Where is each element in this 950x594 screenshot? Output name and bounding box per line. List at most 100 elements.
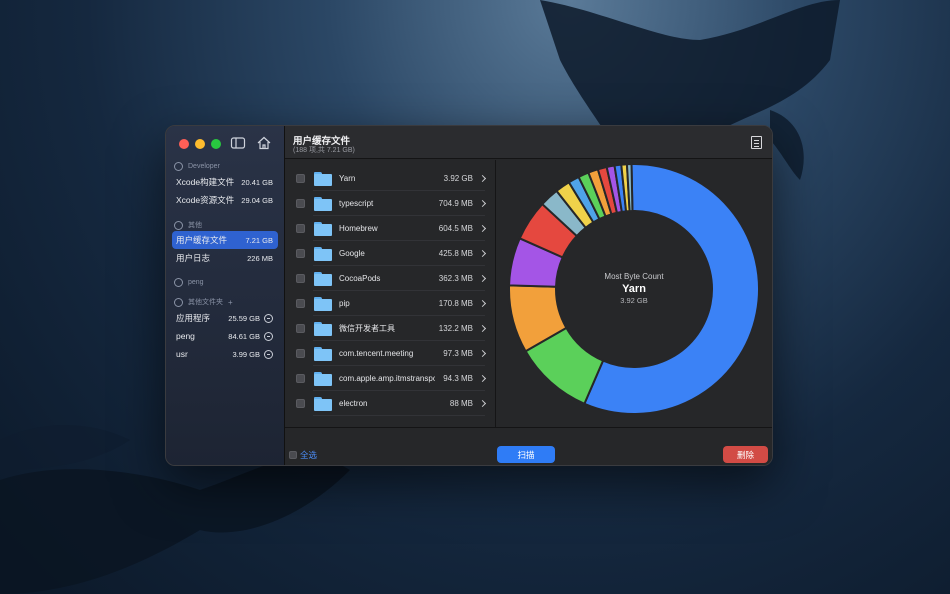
sidebar: Developer Xcode构建文件 20.41 GB Xcode资源文件 2… xyxy=(166,126,285,465)
sidebar-toggle-icon[interactable] xyxy=(230,135,246,151)
folder-icon xyxy=(314,296,332,311)
other-icon xyxy=(174,220,183,230)
sidebar-item-user-cache[interactable]: 用户缓存文件 7.21 GB xyxy=(172,231,278,249)
remove-icon[interactable] xyxy=(264,331,273,341)
list-item[interactable]: Yarn 3.92 GB xyxy=(285,166,489,191)
item-size: 425.8 MB xyxy=(438,249,473,258)
item-name: 微信开发者工具 xyxy=(339,324,395,333)
section-other: 其他 xyxy=(174,220,202,230)
item-size: 704.9 MB xyxy=(438,199,473,208)
user-icon xyxy=(174,278,183,287)
chart-center-center_value: 3.92 GB xyxy=(620,296,648,305)
item-size: 3.92 GB xyxy=(443,174,473,183)
sidebar-item-usr[interactable]: usr 3.99 GB xyxy=(172,345,278,363)
select-all[interactable]: 全选 xyxy=(289,449,317,461)
folder-icon xyxy=(314,321,332,336)
zoom-button[interactable] xyxy=(211,139,221,149)
row-checkbox[interactable] xyxy=(296,274,305,283)
home-icon[interactable] xyxy=(256,135,272,151)
page-subtitle: (188 项,共 7.21 GB) xyxy=(293,147,355,154)
file-list: Yarn 3.92 GB typescript 704.9 MB Homebrew 604… xyxy=(285,160,495,427)
chevron-right-icon[interactable] xyxy=(478,299,487,308)
select-all-checkbox[interactable] xyxy=(289,451,297,459)
item-name: com.tencent.meeting xyxy=(339,349,414,358)
folder-icon xyxy=(314,346,332,361)
list-item[interactable]: com.tencent.meeting 97.3 MB xyxy=(285,341,489,366)
sidebar-item-user-logs[interactable]: 用户日志 226 MB xyxy=(172,249,278,267)
sidebar-item-xcode-resources[interactable]: Xcode资源文件 29.04 GB xyxy=(172,191,278,209)
section-developer: Developer xyxy=(174,162,220,171)
row-checkbox[interactable] xyxy=(296,324,305,333)
list-item[interactable]: typescript 704.9 MB xyxy=(285,191,489,216)
chevron-right-icon[interactable] xyxy=(478,374,487,383)
chevron-right-icon[interactable] xyxy=(478,349,487,358)
document-icon[interactable] xyxy=(751,136,762,149)
item-size: 94.3 MB xyxy=(443,374,473,383)
folder-icon xyxy=(314,196,332,211)
scan-button[interactable]: 扫描 xyxy=(497,446,555,463)
row-checkbox[interactable] xyxy=(296,174,305,183)
chevron-right-icon[interactable] xyxy=(478,174,487,183)
folder-icon xyxy=(314,271,332,286)
row-checkbox[interactable] xyxy=(296,299,305,308)
row-checkbox[interactable] xyxy=(296,374,305,383)
item-size: 604.5 MB xyxy=(438,224,473,233)
chart-center-center_name: Yarn xyxy=(622,283,646,295)
add-folder-icon[interactable]: + xyxy=(228,298,233,307)
app-window: Developer Xcode构建文件 20.41 GB Xcode资源文件 2… xyxy=(165,125,773,466)
remove-icon[interactable] xyxy=(264,349,273,359)
folder-icon xyxy=(314,246,332,261)
item-name: Homebrew xyxy=(339,224,378,233)
window-controls xyxy=(179,139,221,149)
developer-icon xyxy=(174,162,183,171)
chart-svg: Most Byte Count Yarn3.92 GB xyxy=(508,163,760,415)
item-name: typescript xyxy=(339,199,374,208)
row-checkbox[interactable] xyxy=(296,399,305,408)
delete-button[interactable]: 删除 xyxy=(723,446,768,463)
item-name: pip xyxy=(339,299,350,308)
section-other-folders: 其他文件夹 + xyxy=(174,297,233,307)
folder-icon xyxy=(314,221,332,236)
folder-icon xyxy=(314,171,332,186)
panel-divider xyxy=(495,160,496,427)
row-checkbox[interactable] xyxy=(296,349,305,358)
row-checkbox[interactable] xyxy=(296,199,305,208)
sidebar-item-peng[interactable]: peng 84.61 GB xyxy=(172,327,278,345)
chevron-right-icon[interactable] xyxy=(478,199,487,208)
chevron-right-icon[interactable] xyxy=(478,274,487,283)
list-item[interactable]: com.apple.amp.itmstransporter 94.3 MB xyxy=(285,366,489,391)
list-item[interactable]: electron 88 MB xyxy=(285,391,489,416)
list-item[interactable]: 微信开发者工具 132.2 MB xyxy=(285,316,489,341)
main-panel: 用户缓存文件 (188 项,共 7.21 GB) Yarn 3.92 GB type… xyxy=(285,126,772,465)
list-item[interactable]: pip 170.8 MB xyxy=(285,291,489,316)
chevron-right-icon[interactable] xyxy=(478,324,487,333)
chevron-right-icon[interactable] xyxy=(478,249,487,258)
row-checkbox[interactable] xyxy=(296,224,305,233)
sidebar-item-xcode-build[interactable]: Xcode构建文件 20.41 GB xyxy=(172,173,278,191)
folder-icon xyxy=(174,297,183,307)
folder-icon xyxy=(314,396,332,411)
folder-icon xyxy=(314,371,332,386)
pie-chart: Most Byte Count Yarn 3.92 GB xyxy=(497,160,772,427)
sidebar-item-applications[interactable]: 应用程序 25.59 GB xyxy=(172,309,278,327)
item-name: com.apple.amp.itmstransporter xyxy=(339,374,435,383)
item-name: electron xyxy=(339,399,368,408)
list-item[interactable]: Google 425.8 MB xyxy=(285,241,489,266)
chevron-right-icon[interactable] xyxy=(478,399,487,408)
item-name: Google xyxy=(339,249,365,258)
list-item[interactable]: Homebrew 604.5 MB xyxy=(285,216,489,241)
item-size: 132.2 MB xyxy=(438,324,473,333)
row-checkbox[interactable] xyxy=(296,249,305,258)
minimize-button[interactable] xyxy=(195,139,205,149)
item-size: 362.3 MB xyxy=(438,274,473,283)
chart-center-center_label: Most Byte Count xyxy=(604,272,664,281)
chevron-right-icon[interactable] xyxy=(478,224,487,233)
section-peng: peng xyxy=(174,278,204,287)
item-name: CocoaPods xyxy=(339,274,381,283)
item-size: 88 MB xyxy=(449,399,473,408)
close-button[interactable] xyxy=(179,139,189,149)
item-size: 170.8 MB xyxy=(438,299,473,308)
remove-icon[interactable] xyxy=(264,313,273,323)
item-size: 97.3 MB xyxy=(443,349,473,358)
list-item[interactable]: CocoaPods 362.3 MB xyxy=(285,266,489,291)
